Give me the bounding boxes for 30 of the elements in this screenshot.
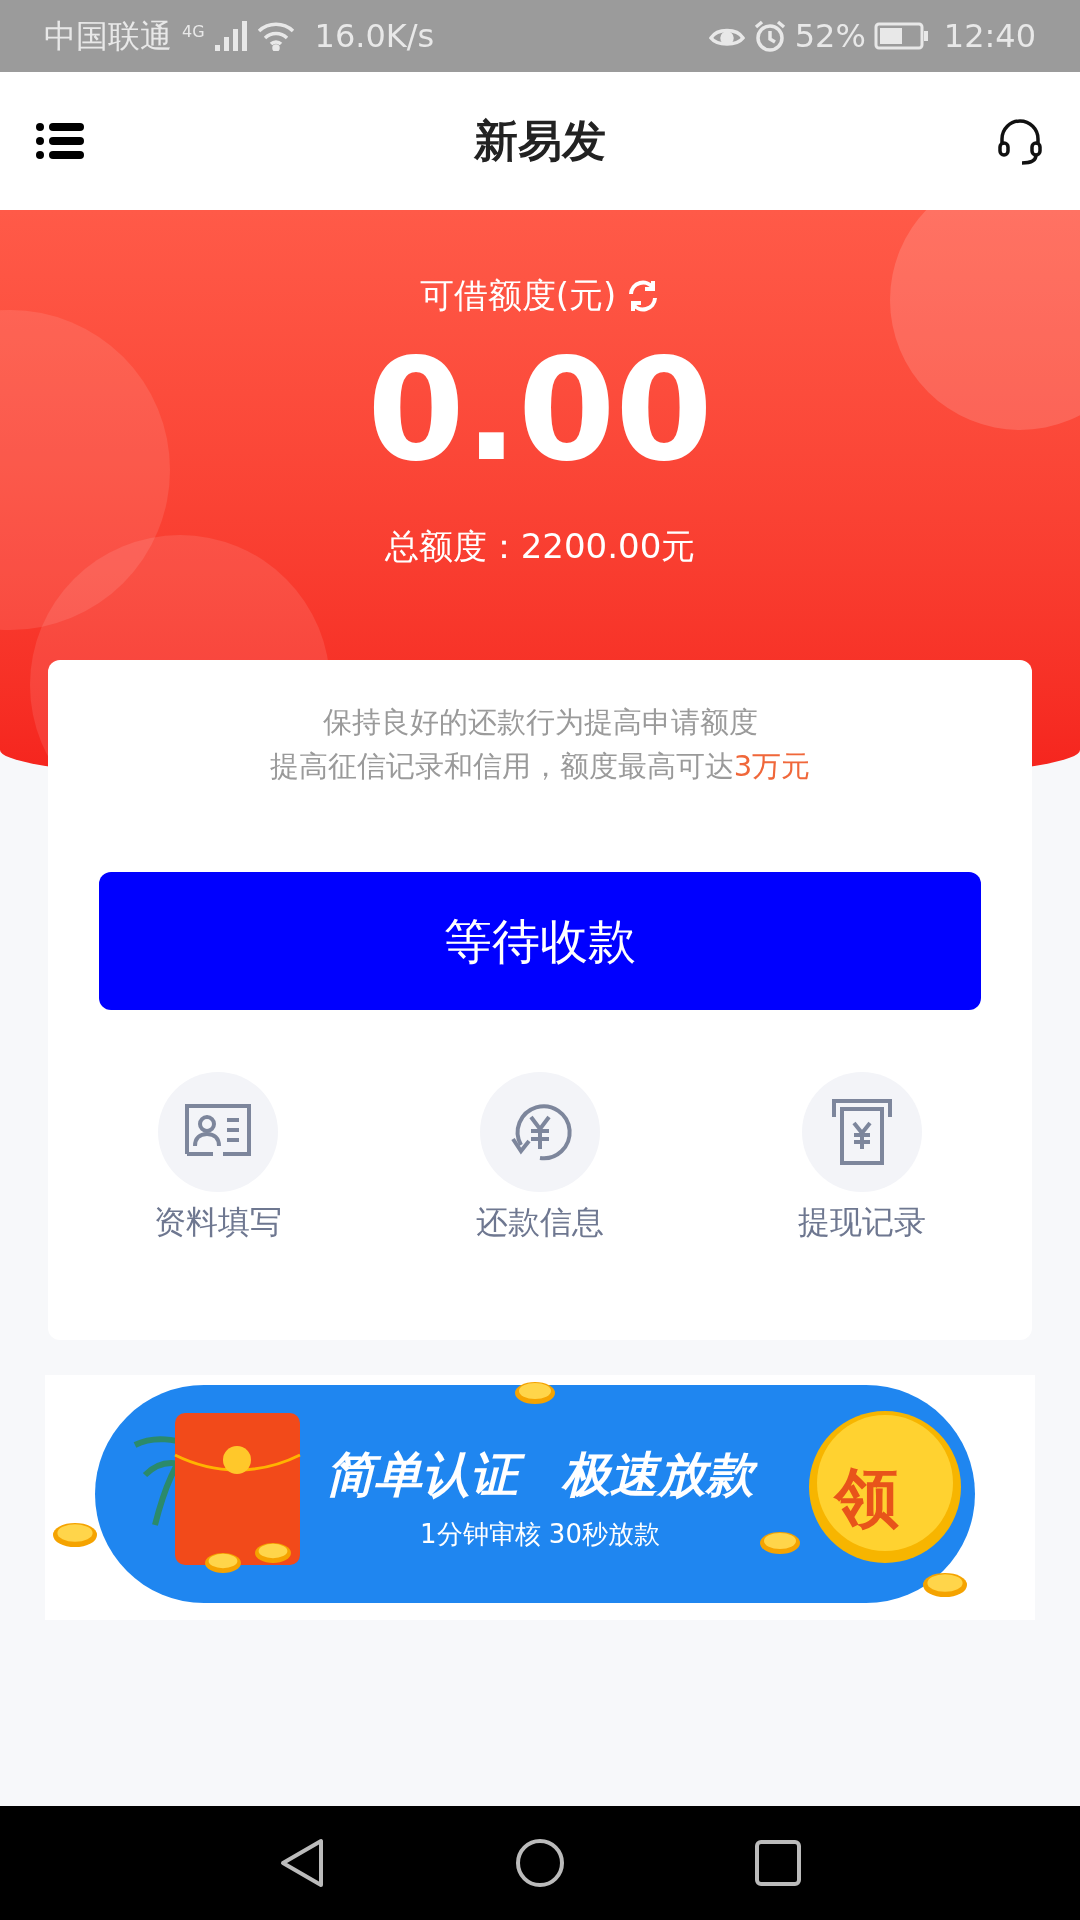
network-type: 4G: [182, 21, 205, 43]
promo-banner[interactable]: 简单认证 极速放款 1分钟审核 30秒放款 领: [45, 1375, 1035, 1620]
clock-time: 12:40: [943, 16, 1036, 57]
headset-icon[interactable]: [996, 117, 1044, 165]
network-speed: 16.0K/s: [314, 16, 435, 57]
menu-icon[interactable]: [36, 123, 84, 159]
alarm-icon: [752, 19, 787, 53]
credit-label: 可借额度(元): [419, 274, 617, 317]
tip-text: 提高征信记录和信用，额度最高可达3万元: [269, 748, 811, 785]
banner-badge-text: 领: [835, 1459, 899, 1537]
banner-subtitle: 1分钟审核 30秒放款: [420, 1517, 660, 1551]
tip-text: 保持良好的还款行为提高申请额度: [322, 704, 758, 741]
recents-icon[interactable]: [755, 1840, 801, 1886]
signal-icon: [214, 21, 247, 51]
total-credit: 总额度：2200.00元: [384, 525, 696, 568]
banner-title: 简单认证: [318, 1441, 526, 1509]
home-icon[interactable]: [515, 1838, 565, 1888]
atm-yen-icon: [830, 1097, 894, 1167]
app-title: 新易发: [474, 114, 606, 168]
banner-title: 极速放款: [554, 1441, 762, 1509]
shortcut-button[interactable]: 还款信息: [430, 1072, 650, 1246]
shortcut-button[interactable]: 资料填写: [108, 1072, 328, 1246]
back-icon[interactable]: [279, 1837, 325, 1889]
wifi-icon: [256, 21, 295, 51]
credit-amount: 0.00: [367, 341, 713, 481]
battery-percent: 52%: [794, 16, 866, 57]
battery-icon: [873, 22, 928, 50]
shortcut-button[interactable]: 提现记录: [752, 1072, 972, 1246]
carrier-name: 中国联通: [44, 16, 172, 57]
wait-payment-button[interactable]: 等待收款: [99, 872, 981, 1010]
